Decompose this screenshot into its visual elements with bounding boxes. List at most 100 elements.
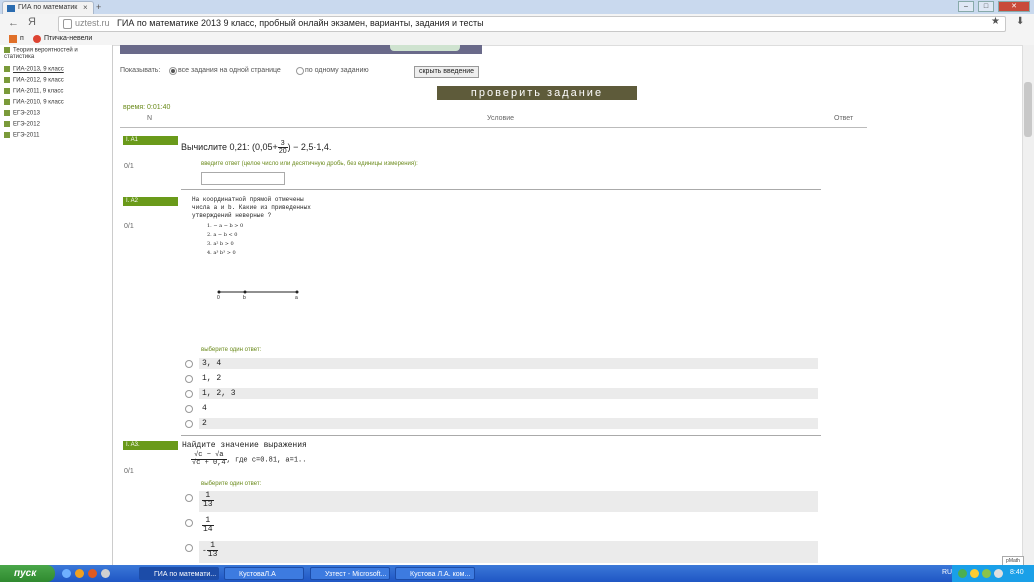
url-domain: uztest.ru: [75, 18, 110, 28]
header-divider: [120, 127, 867, 128]
back-button[interactable]: ←: [8, 17, 19, 29]
taskbar-window-folder[interactable]: КустоваЛ.А: [224, 567, 304, 580]
option-radio[interactable]: [185, 375, 193, 383]
number-line-diagram: 0 b a: [217, 290, 299, 301]
axis-label-b: b: [243, 295, 246, 301]
chrome-icon[interactable]: [75, 569, 84, 578]
book-icon: [4, 77, 10, 83]
statement-list-a2: 1. − a − b > 0 2. a − b < 0 3. a² b > 0 …: [207, 223, 244, 256]
tray-icon[interactable]: [970, 569, 979, 578]
taskbar-window-word[interactable]: Узтест - Microsoft...: [310, 567, 390, 580]
option-radio[interactable]: [185, 390, 193, 398]
tray-icon[interactable]: [982, 569, 991, 578]
sidebar-item-ege-2013[interactable]: ЕГЭ-2013: [4, 110, 40, 117]
scrollbar-thumb[interactable]: [1024, 82, 1032, 137]
book-icon: [4, 132, 10, 138]
answer-option[interactable]: 4: [199, 403, 818, 414]
browser-tab[interactable]: ГИА по математик ×: [2, 1, 94, 15]
hide-intro-button[interactable]: скрыть введение: [414, 66, 479, 78]
question-score-a3: 0/1: [124, 468, 134, 475]
left-sidebar: Теория вероятностей и статистика ГИА-201…: [0, 45, 113, 565]
clock: 8:40: [1010, 569, 1024, 576]
question-score-a2: 0/1: [124, 223, 134, 230]
tray-icon[interactable]: [958, 569, 967, 578]
option-radio[interactable]: [185, 544, 193, 552]
axis-label-a: a: [295, 295, 298, 301]
maximize-window-button[interactable]: □: [978, 1, 994, 12]
answer-option[interactable]: -1 13: [199, 541, 818, 563]
download-icon[interactable]: ⬇: [1016, 16, 1024, 27]
sidebar-item-ege-2011[interactable]: ЕГЭ-2011: [4, 132, 39, 139]
bookmark-star-icon[interactable]: ★: [991, 16, 1000, 27]
timer: время: 0:01:40: [123, 104, 171, 111]
answer-hint-a3: выберите один ответ:: [201, 481, 262, 487]
sidebar-item-gia-2013[interactable]: ГИА-2013, 9 класс: [4, 66, 64, 73]
close-window-button[interactable]: ✕: [998, 1, 1030, 12]
book-icon: [4, 121, 10, 127]
question-tag-a1: I. A1: [123, 136, 178, 145]
radio-one-task[interactable]: [296, 67, 304, 75]
answer-option[interactable]: 3, 4: [199, 358, 818, 369]
question-score-a1: 0/1: [124, 163, 134, 170]
option-radio[interactable]: [185, 420, 193, 428]
taskbar-window-doc[interactable]: Кустова Л.А. ком...: [395, 567, 475, 580]
address-bar[interactable]: uztest.ru ГИА по математике 2013 9 класс…: [58, 16, 1006, 32]
book-icon: [4, 88, 10, 94]
book-icon: [4, 66, 10, 72]
tab-strip: [0, 0, 1034, 14]
firefox-icon[interactable]: [88, 569, 97, 578]
banner-image: [120, 45, 482, 54]
answer-input-a1[interactable]: [201, 172, 285, 185]
answer-option[interactable]: 1, 2, 3: [199, 388, 818, 399]
radio-one-task-label: по одному заданию: [305, 67, 369, 74]
question-text-a2: На координатной прямой отмечены числа a …: [192, 196, 311, 219]
book-icon: [4, 110, 10, 116]
answer-option[interactable]: 1 14: [199, 516, 818, 537]
banner-decor: [390, 45, 460, 51]
answer-option[interactable]: 1 13: [199, 491, 818, 512]
question-divider: [181, 435, 821, 436]
yandex-browser-icon[interactable]: [101, 569, 110, 578]
option-radio[interactable]: [185, 494, 193, 502]
sidebar-item-probability[interactable]: Теория вероятностей и статистика: [4, 47, 78, 60]
axis-label-zero: 0: [217, 295, 220, 301]
bookmark-icon: [9, 35, 17, 43]
sidebar-item-gia-2012[interactable]: ГИА-2012, 9 класс: [4, 77, 64, 84]
check-task-button[interactable]: проверить задание: [437, 86, 637, 100]
new-tab-button[interactable]: +: [96, 2, 101, 12]
answer-hint-a1: введите ответ (целое число или десятичну…: [201, 161, 418, 167]
answer-option[interactable]: 1, 2: [199, 373, 818, 384]
volume-icon[interactable]: [994, 569, 1003, 578]
book-icon: [4, 99, 10, 105]
option-radio[interactable]: [185, 519, 193, 527]
answer-hint-a2: выберите один ответ:: [201, 347, 262, 353]
site-favicon-icon: [7, 5, 15, 12]
answer-option[interactable]: 2: [199, 418, 818, 429]
book-icon: [4, 47, 10, 53]
radio-all-tasks[interactable]: [169, 67, 177, 75]
option-radio[interactable]: [185, 360, 193, 368]
url-page-title: ГИА по математике 2013 9 класс, пробный …: [117, 18, 484, 28]
bookmark-item[interactable]: п: [20, 35, 24, 42]
taskbar-window-browser[interactable]: ГИА по математи...: [139, 567, 219, 580]
option-radio[interactable]: [185, 405, 193, 413]
show-label: Показывать:: [120, 67, 161, 74]
bookmark-item[interactable]: Птичка-невели: [44, 35, 92, 42]
question-expression-a3: √c − √a √c + 0,4, где c=0.81, a=1..: [191, 451, 307, 467]
start-button[interactable]: пуск: [0, 565, 55, 582]
sidebar-item-gia-2010[interactable]: ГИА-2010, 9 класс: [4, 99, 64, 106]
question-divider: [181, 189, 821, 190]
tab-title: ГИА по математик: [18, 4, 78, 11]
sidebar-item-ege-2012[interactable]: ЕГЭ-2012: [4, 121, 40, 128]
yandex-icon[interactable]: Я: [28, 16, 36, 28]
column-condition: Условие: [487, 115, 515, 122]
minimize-window-button[interactable]: –: [958, 1, 974, 12]
column-answer: Ответ: [834, 115, 854, 122]
close-tab-icon[interactable]: ×: [83, 3, 88, 12]
page-info-icon[interactable]: [63, 19, 72, 29]
address-text: uztest.ru ГИА по математике 2013 9 класс…: [75, 18, 484, 28]
question-text-a1: Вычислите 0,21: (0,05+ 3 20) − 2,5·1,4.: [181, 140, 332, 155]
show-desktop-icon[interactable]: [62, 569, 71, 578]
sidebar-item-gia-2011[interactable]: ГИА-2011, 9 класс: [4, 88, 63, 95]
language-indicator[interactable]: RU: [942, 569, 952, 576]
